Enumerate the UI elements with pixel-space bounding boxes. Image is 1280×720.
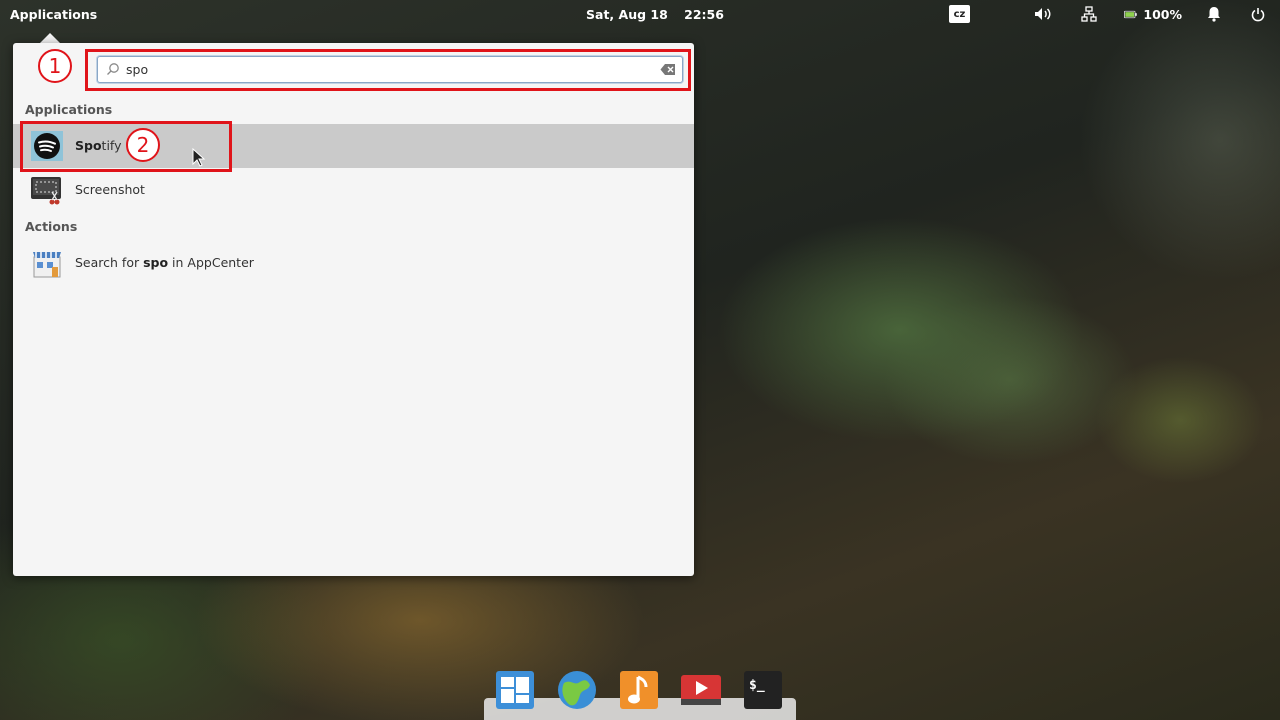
launcher-pointer xyxy=(40,33,60,43)
svg-text:$_: $_ xyxy=(749,678,765,693)
multitasking-view-icon[interactable] xyxy=(494,669,536,711)
music-icon[interactable] xyxy=(618,669,660,711)
screenshot-icon xyxy=(31,177,61,205)
notifications-icon[interactable] xyxy=(1205,5,1223,23)
annotation-number-2: 2 xyxy=(126,128,160,162)
annotation-box-search xyxy=(85,49,691,91)
power-icon[interactable] xyxy=(1249,5,1267,23)
applications-menu-button[interactable]: Applications xyxy=(10,7,97,22)
battery-icon xyxy=(1124,10,1137,18)
action-prefix: Search for xyxy=(75,255,144,270)
web-browser-icon[interactable] xyxy=(556,669,598,711)
volume-icon[interactable] xyxy=(1033,5,1053,23)
top-panel: Applications Sat, Aug 18 22:56 cz 100% xyxy=(0,0,1280,28)
action-label: Search for spo in AppCenter xyxy=(75,255,254,270)
action-search-appcenter[interactable]: Search for spo in AppCenter xyxy=(13,241,694,285)
result-screenshot[interactable]: Screenshot xyxy=(13,168,694,212)
battery-indicator[interactable]: 100% xyxy=(1124,5,1182,23)
action-query: spo xyxy=(143,255,169,270)
time-label: 22:56 xyxy=(684,7,724,22)
action-suffix: in AppCenter xyxy=(168,255,254,270)
battery-percent: 100% xyxy=(1143,6,1182,22)
date-time-indicator[interactable]: Sat, Aug 18 22:56 xyxy=(586,7,724,22)
keyboard-layout-indicator[interactable]: cz xyxy=(949,5,970,23)
appcenter-icon xyxy=(33,252,61,278)
network-icon[interactable] xyxy=(1079,5,1099,23)
actions-section-heading: Actions xyxy=(25,219,78,234)
annotation-number-1: 1 xyxy=(38,49,72,83)
mouse-cursor-icon xyxy=(192,148,206,167)
result-label: Screenshot xyxy=(75,182,145,197)
date-label: Sat, Aug 18 xyxy=(586,7,668,22)
videos-icon[interactable] xyxy=(680,669,722,711)
terminal-icon[interactable]: $_ xyxy=(742,669,784,711)
applications-section-heading: Applications xyxy=(25,102,113,117)
